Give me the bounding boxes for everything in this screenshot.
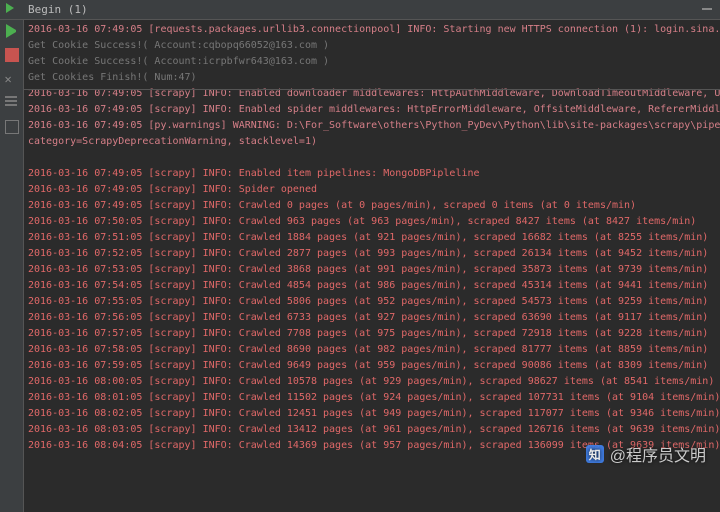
- log-line: 2016-03-16 07:56:05 [scrapy] INFO: Crawl…: [28, 310, 716, 326]
- log-line: 2016-03-16 07:49:05 [scrapy] INFO: Enabl…: [28, 166, 716, 182]
- log-line: 2016-03-16 07:49:05 [py.warnings] WARNIN…: [28, 118, 716, 134]
- minimize-icon[interactable]: [702, 8, 712, 10]
- log-line: 2016-03-16 07:59:05 [scrapy] INFO: Crawl…: [28, 358, 716, 374]
- log-line: 2016-03-16 08:03:05 [scrapy] INFO: Crawl…: [28, 422, 716, 438]
- log-line: 2016-03-16 07:53:05 [scrapy] INFO: Crawl…: [28, 262, 716, 278]
- log-line: 2016-03-16 08:02:05 [scrapy] INFO: Crawl…: [28, 406, 716, 422]
- stop-icon[interactable]: [5, 48, 19, 62]
- log-line: 2016-03-16 07:49:05 [scrapy] INFO: Enabl…: [28, 102, 716, 118]
- log-line: 2016-03-16 08:00:05 [scrapy] INFO: Crawl…: [28, 374, 716, 390]
- log-line: category=ScrapyDeprecationWarning, stack…: [28, 134, 716, 150]
- separator: [24, 89, 720, 90]
- log-line: 2016-03-16 08:01:05 [scrapy] INFO: Crawl…: [28, 390, 716, 406]
- log-line: 2016-03-16 07:57:05 [scrapy] INFO: Crawl…: [28, 326, 716, 342]
- tab-label[interactable]: Begin (1): [28, 3, 88, 16]
- titlebar: Begin (1): [0, 0, 720, 20]
- log-line: Get Cookie Success!( Account:icrpbfwr643…: [28, 54, 716, 70]
- log-line: 2016-03-16 07:54:05 [scrapy] INFO: Crawl…: [28, 278, 716, 294]
- zhihu-icon: 知: [586, 445, 604, 463]
- log-line: Get Cookies Finish!( Num:47): [28, 70, 716, 86]
- log-line: 2016-03-16 07:51:05 [scrapy] INFO: Crawl…: [28, 230, 716, 246]
- log-line: 2016-03-16 07:58:05 [scrapy] INFO: Crawl…: [28, 342, 716, 358]
- close-icon[interactable]: ✕: [5, 72, 19, 86]
- console-output[interactable]: 2016-03-16 07:49:05 [requests.packages.u…: [24, 20, 720, 512]
- run-icon: [6, 3, 14, 13]
- log-line: [28, 150, 716, 166]
- watermark: 知 @程序员文明: [586, 442, 706, 466]
- log-line: Get Cookie Success!( Account:cqbopq66052…: [28, 38, 716, 54]
- print-icon[interactable]: [5, 120, 19, 134]
- log-line: 2016-03-16 07:50:05 [scrapy] INFO: Crawl…: [28, 214, 716, 230]
- play-icon[interactable]: [6, 24, 20, 38]
- log-line: 2016-03-16 07:49:05 [scrapy] INFO: Spide…: [28, 182, 716, 198]
- gutter: ✕: [0, 20, 24, 512]
- log-line: 2016-03-16 07:49:05 [scrapy] INFO: Crawl…: [28, 198, 716, 214]
- log-line: 2016-03-16 07:55:05 [scrapy] INFO: Crawl…: [28, 294, 716, 310]
- watermark-text: @程序员文明: [610, 442, 706, 466]
- log-line: 2016-03-16 07:49:05 [requests.packages.u…: [28, 22, 716, 38]
- menu-icon[interactable]: [5, 96, 19, 110]
- log-line: 2016-03-16 07:52:05 [scrapy] INFO: Crawl…: [28, 246, 716, 262]
